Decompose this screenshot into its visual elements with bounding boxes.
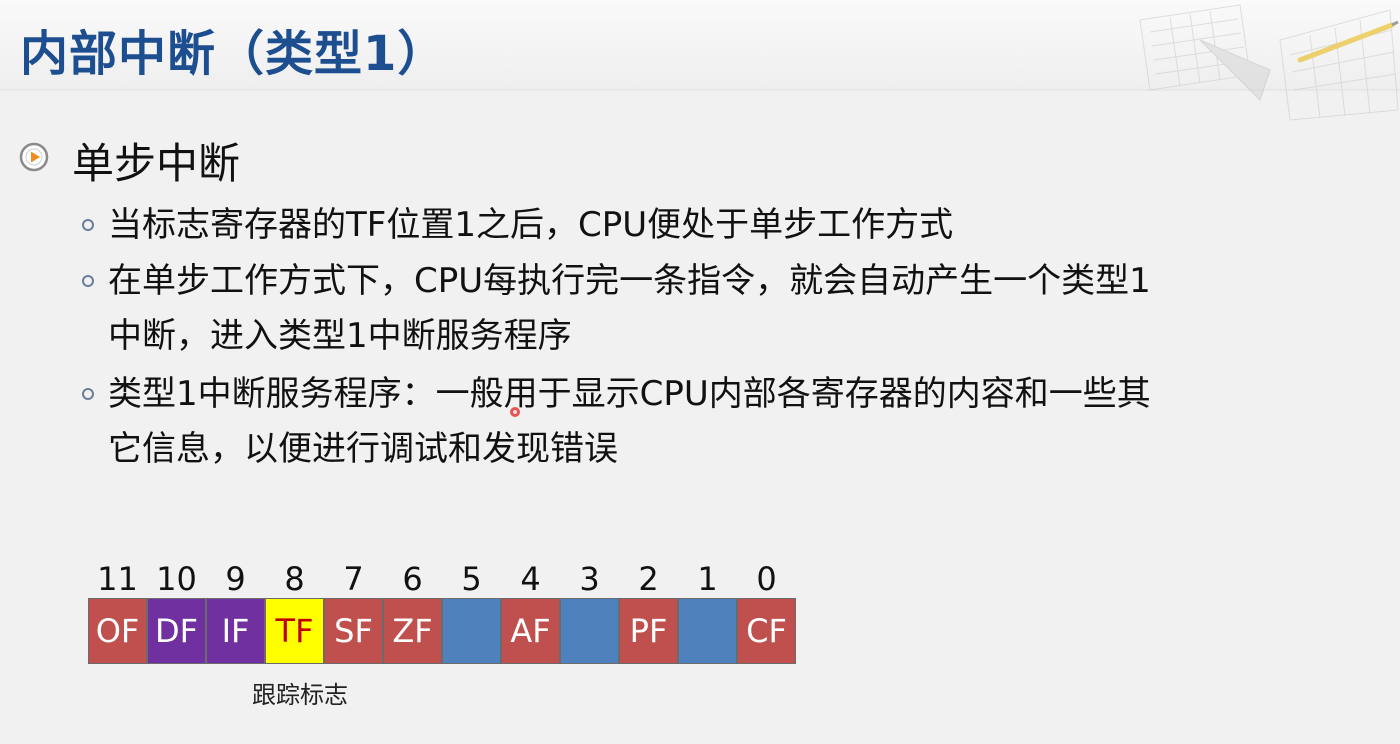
slide-title: 内部中断（类型1） bbox=[20, 26, 447, 82]
flag-cell-af: AF bbox=[501, 598, 560, 664]
text-line: 当标志寄存器的TF位置1之后，CPU便处于单步工作方式 bbox=[108, 205, 954, 245]
bit-number: 1 bbox=[697, 560, 718, 598]
drafting-tools-decoration bbox=[1139, 4, 1399, 121]
flag-cell-tf: TF bbox=[265, 598, 324, 664]
tf-caption: 跟踪标志 bbox=[252, 681, 348, 709]
flag-cell-cf: CF bbox=[737, 598, 796, 664]
list-item-text: 当标志寄存器的TF位置1之后，CPU便处于单步工作方式 bbox=[108, 198, 1358, 253]
flag-cell-pf: PF bbox=[619, 598, 678, 664]
list-item-text: 类型1中断服务程序：一般用于显示CPU内部各寄存器的内容和一些其 它信息，以便进… bbox=[108, 367, 1358, 477]
flags-register-diagram: 11 10 9 8 7 6 5 4 3 2 1 0 OF DF IF TF SF… bbox=[88, 560, 796, 664]
flag-cell-row: OF DF IF TF SF ZF AF PF CF bbox=[88, 598, 796, 664]
bit-number: 5 bbox=[461, 560, 482, 598]
flag-cell-df: DF bbox=[147, 598, 206, 664]
bullet-dot-icon bbox=[82, 388, 94, 400]
flag-cell-of: OF bbox=[88, 598, 147, 664]
bit-number-row: 11 10 9 8 7 6 5 4 3 2 1 0 bbox=[88, 560, 796, 598]
bit-number: 3 bbox=[579, 560, 600, 598]
bit-number: 8 bbox=[284, 560, 305, 598]
bit-number: 11 bbox=[97, 560, 138, 598]
bullet-dot-icon bbox=[82, 275, 94, 287]
flag-cell-reserved bbox=[678, 598, 737, 664]
flag-cell-if: IF bbox=[206, 598, 265, 664]
bit-number: 4 bbox=[520, 560, 541, 598]
bit-number: 6 bbox=[402, 560, 423, 598]
section-heading: 单步中断 bbox=[72, 139, 241, 188]
flag-cell-reserved bbox=[442, 598, 501, 664]
bit-number: 10 bbox=[156, 560, 197, 598]
text-line: 在单步工作方式下，CPU每执行完一条指令，就会自动产生一个类型1 bbox=[108, 261, 1151, 301]
bit-number: 0 bbox=[756, 560, 777, 598]
bullet-dot-icon bbox=[82, 219, 94, 231]
bit-number: 7 bbox=[343, 560, 364, 598]
flag-cell-reserved bbox=[560, 598, 619, 664]
play-circle-icon bbox=[19, 142, 49, 172]
text-line: 它信息，以便进行调试和发现错误 bbox=[108, 429, 618, 469]
pointer-cursor-icon bbox=[510, 407, 520, 417]
text-line: 中断，进入类型1中断服务程序 bbox=[108, 316, 572, 356]
bit-number: 9 bbox=[225, 560, 246, 598]
text-line: 类型1中断服务程序：一般用于显示CPU内部各寄存器的内容和一些其 bbox=[108, 374, 1151, 414]
flag-cell-sf: SF bbox=[324, 598, 383, 664]
list-item-text: 在单步工作方式下，CPU每执行完一条指令，就会自动产生一个类型1 中断，进入类型… bbox=[108, 254, 1358, 364]
flag-cell-zf: ZF bbox=[383, 598, 442, 664]
bit-number: 2 bbox=[638, 560, 659, 598]
